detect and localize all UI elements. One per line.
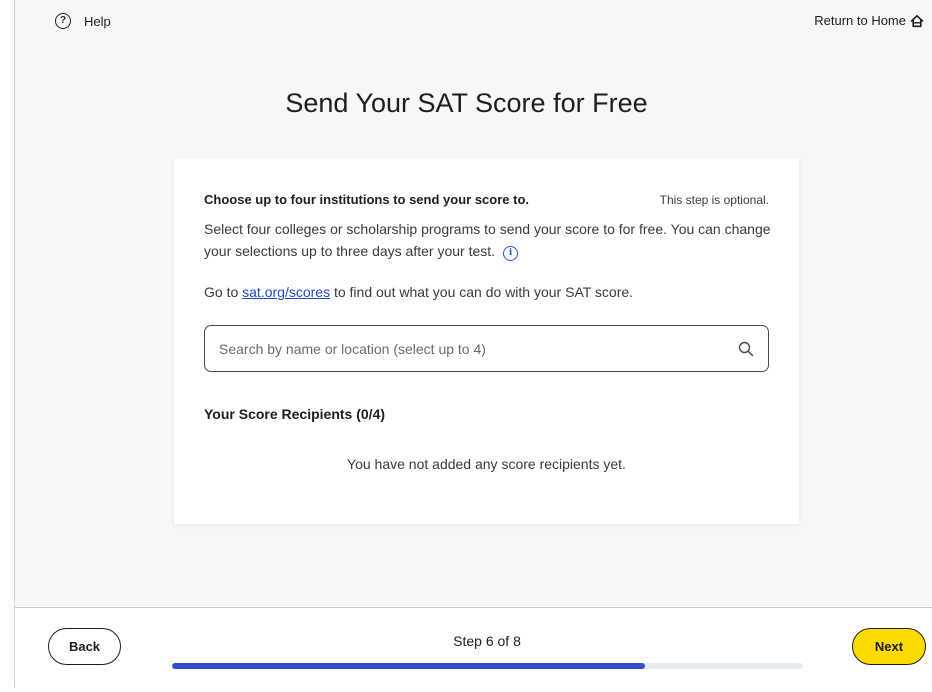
progress-bar bbox=[172, 663, 803, 669]
top-bar: ? Help Return to Home bbox=[15, 0, 932, 46]
goto-prefix: Go to bbox=[204, 284, 243, 300]
institutions-card: Choose up to four institutions to send y… bbox=[174, 158, 799, 524]
goto-suffix: to find out what you can do with your SA… bbox=[330, 284, 634, 300]
empty-recipients-message: You have not added any score recipients … bbox=[347, 456, 626, 472]
step-indicator: Step 6 of 8 bbox=[453, 633, 521, 649]
optional-note: This step is optional. bbox=[659, 193, 769, 207]
search-box[interactable] bbox=[204, 325, 769, 372]
return-home-label: Return to Home bbox=[814, 13, 906, 28]
app-window: ? Help Return to Home Send Your SAT Scor… bbox=[14, 0, 932, 688]
page-title: Send Your SAT Score for Free bbox=[285, 88, 648, 118]
card-description: Select four colleges or scholarship prog… bbox=[204, 218, 774, 262]
next-button[interactable]: Next bbox=[852, 628, 926, 665]
back-button[interactable]: Back bbox=[48, 628, 121, 665]
progress-fill bbox=[172, 663, 646, 669]
goto-line: Go to sat.org/scores to find out what yo… bbox=[204, 284, 633, 300]
card-header: Choose up to four institutions to send y… bbox=[204, 192, 769, 207]
info-icon[interactable]: i bbox=[503, 245, 519, 261]
card-heading: Choose up to four institutions to send y… bbox=[204, 192, 529, 207]
return-home-link[interactable]: Return to Home bbox=[814, 13, 924, 28]
description-text: Select four colleges or scholarship prog… bbox=[204, 221, 771, 259]
help-label: Help bbox=[84, 13, 111, 29]
recipients-title: Your Score Recipients (0/4) bbox=[204, 406, 386, 422]
help-link[interactable]: ? Help bbox=[55, 13, 111, 29]
footer-bar: Back Step 6 of 8 Next bbox=[15, 607, 932, 688]
search-icon[interactable] bbox=[738, 341, 754, 357]
question-circle-icon: ? bbox=[55, 13, 71, 29]
search-input[interactable] bbox=[219, 340, 738, 357]
sat-scores-link[interactable]: sat.org/scores bbox=[242, 284, 330, 300]
home-icon bbox=[910, 14, 924, 28]
